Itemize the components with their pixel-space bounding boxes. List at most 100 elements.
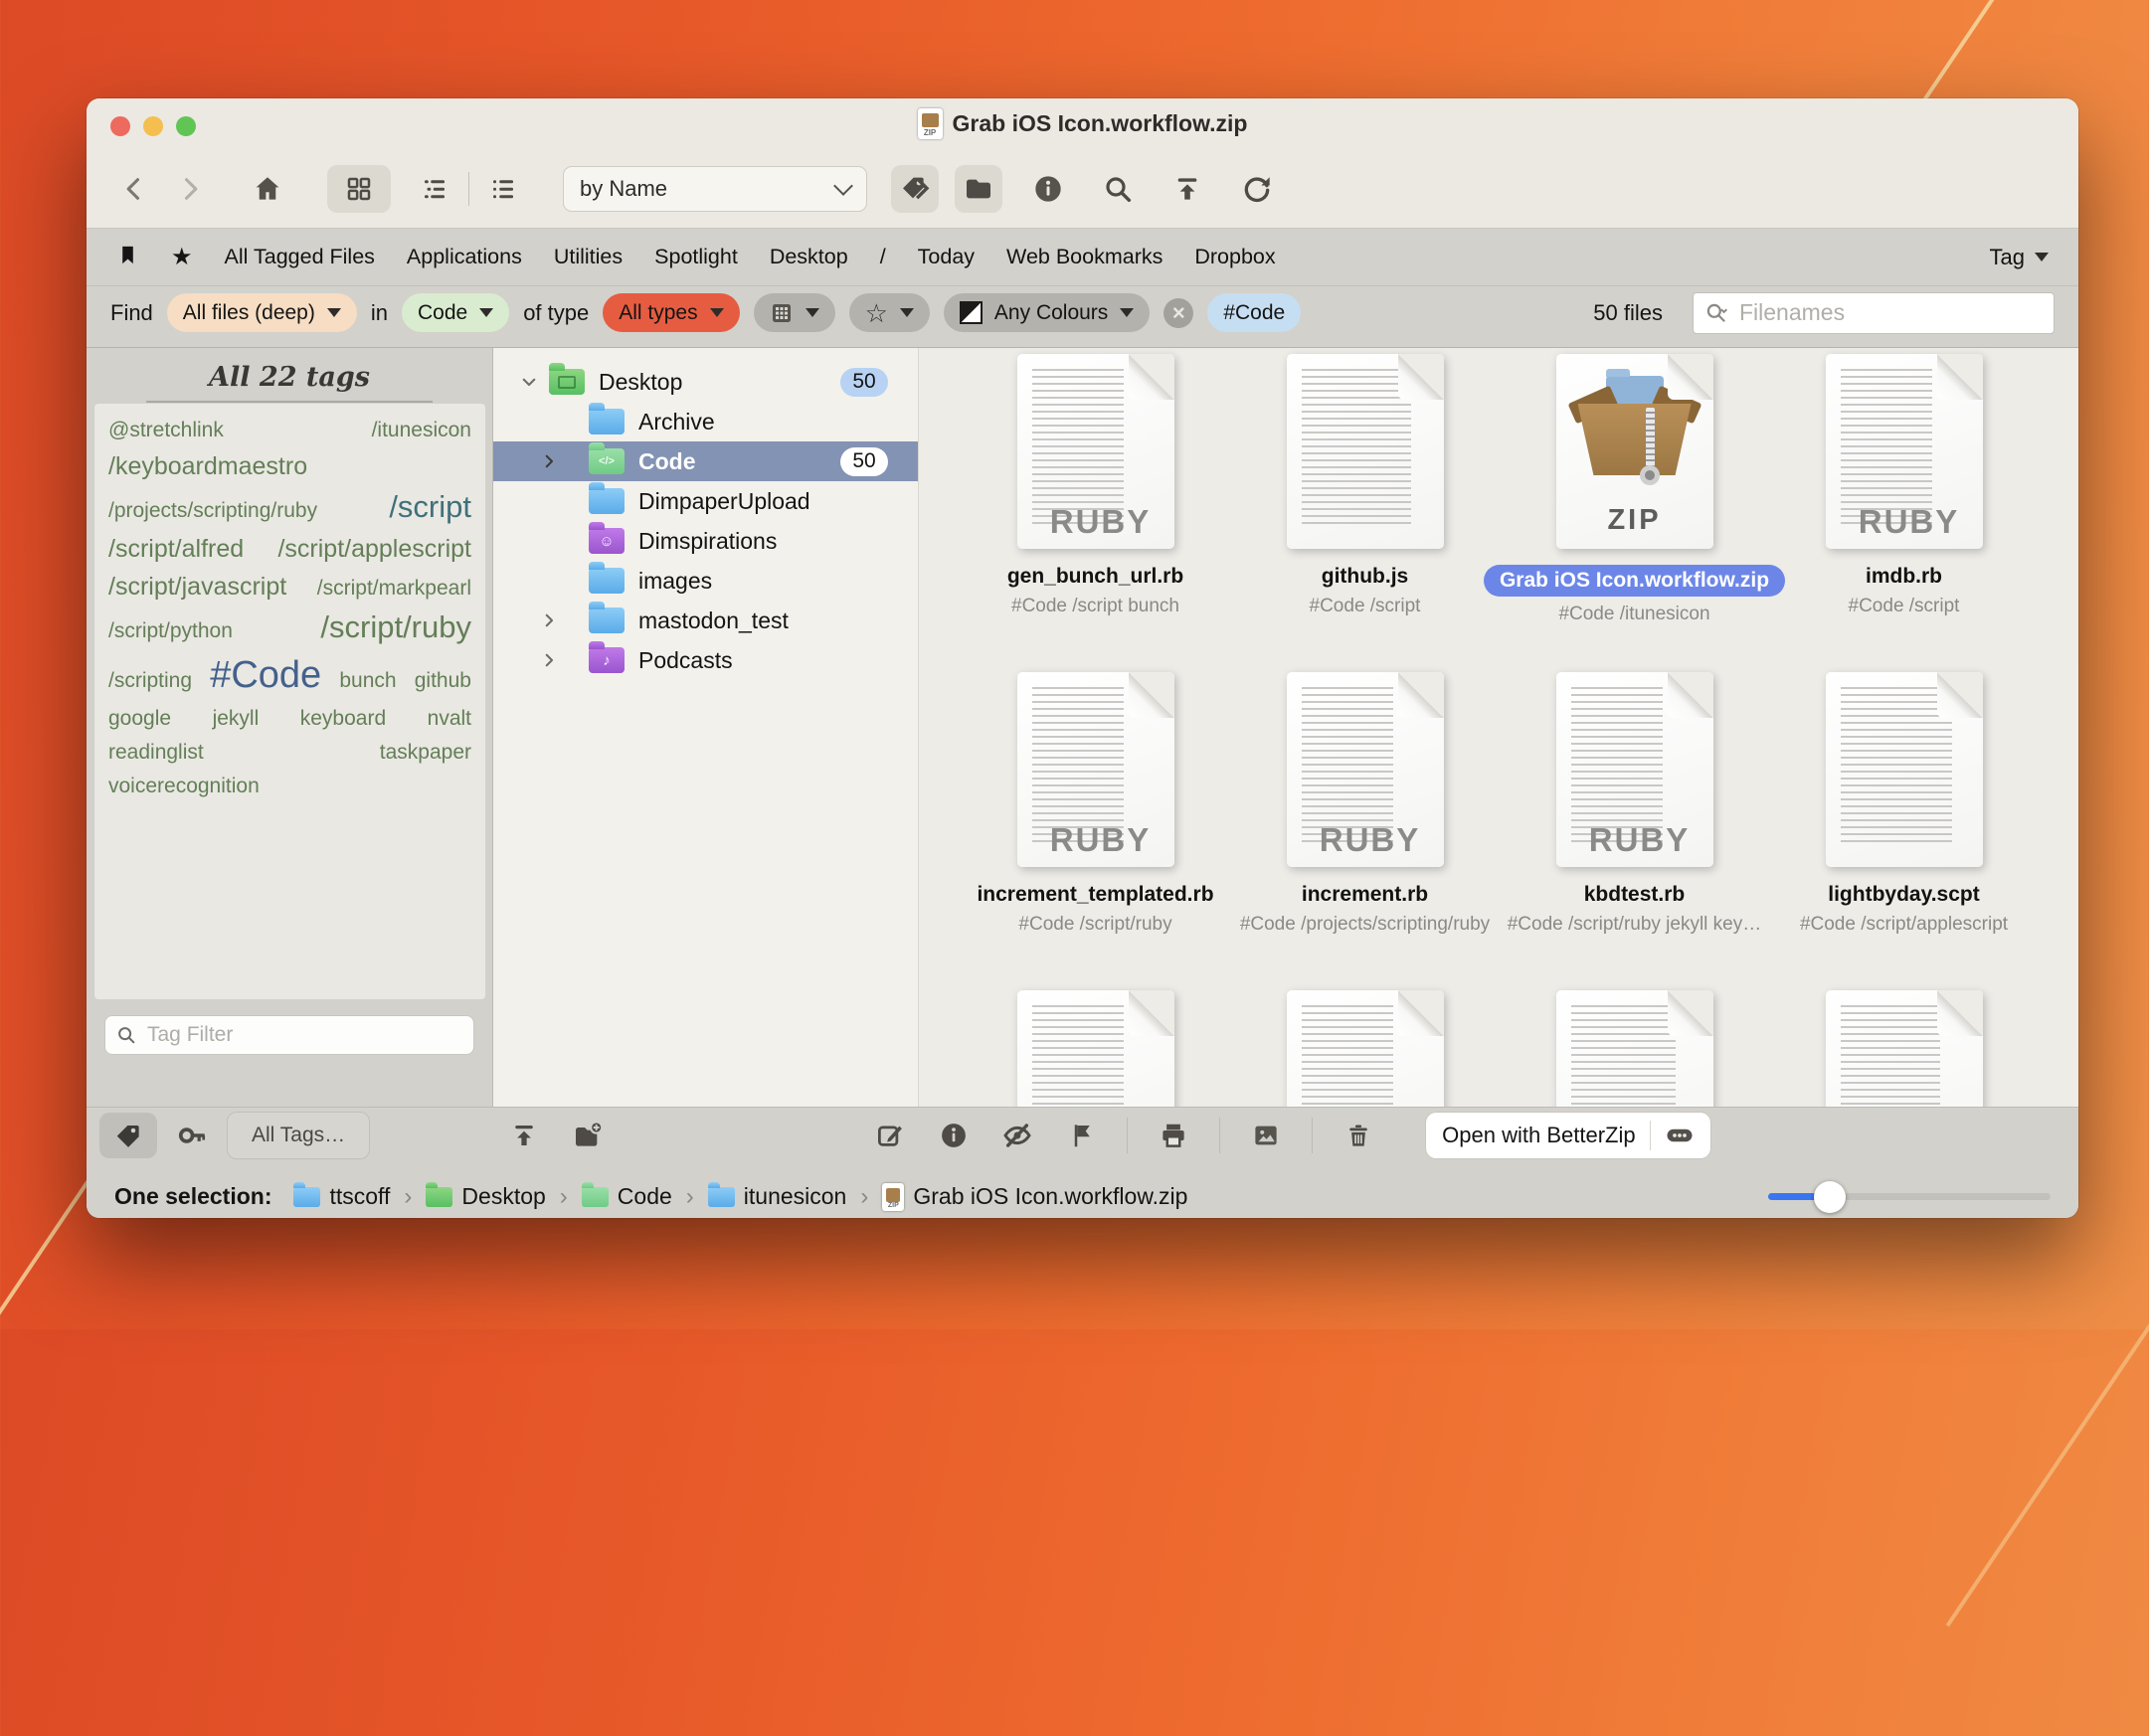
tag-itunesicon[interactable]: /itunesicon — [372, 420, 471, 441]
tag-voicerecognition[interactable]: voicerecognition — [108, 776, 260, 797]
tree-item-desktop[interactable]: Desktop 50 — [493, 362, 918, 402]
tag-nvalt[interactable]: nvalt — [428, 708, 471, 730]
colours-filter-dropdown[interactable]: Any Colours — [944, 293, 1150, 332]
file-partial[interactable] — [1230, 990, 1500, 1107]
file-imdb-rb[interactable]: RUBY imdb.rb #Code /script — [1769, 354, 2039, 672]
file-partial[interactable] — [961, 990, 1230, 1107]
bookmark-item-all-tagged-files[interactable]: All Tagged Files — [225, 245, 375, 269]
forward-button[interactable] — [166, 165, 214, 213]
edit-button[interactable] — [861, 1113, 919, 1158]
file-gen-bunch-url[interactable]: RUBY gen_bunch_url.rb #Code /script bunc… — [961, 354, 1230, 672]
bookmark-item-desktop[interactable]: Desktop — [770, 245, 848, 269]
tree-item-podcasts[interactable]: Podcasts — [493, 640, 918, 680]
image-button[interactable] — [1237, 1113, 1295, 1158]
tag-filter-field[interactable] — [104, 1015, 474, 1055]
scroll-to-top-button[interactable] — [1164, 165, 1211, 213]
tag-script-alfred[interactable]: /script/alfred — [108, 536, 244, 562]
slider-track[interactable] — [1768, 1193, 2051, 1200]
bookmark-icon[interactable] — [116, 244, 139, 271]
clear-filters-button[interactable] — [1164, 298, 1193, 328]
sort-by-select[interactable]: by Name — [563, 166, 867, 212]
back-button[interactable] — [110, 165, 158, 213]
tag-jekyll[interactable]: jekyll — [213, 708, 260, 730]
tree-item-images[interactable]: images — [493, 561, 918, 601]
all-tags-button[interactable]: All Tags… — [227, 1112, 370, 1159]
icon-size-slider[interactable] — [1768, 1193, 2051, 1200]
scroll-to-top-button[interactable] — [495, 1113, 553, 1158]
more-options-icon[interactable] — [1665, 1121, 1695, 1150]
info-button[interactable] — [925, 1113, 983, 1158]
chevron-right-icon[interactable] — [539, 610, 559, 630]
bookmark-item-web-bookmarks[interactable]: Web Bookmarks — [1006, 245, 1163, 269]
new-folder-button[interactable] — [559, 1113, 617, 1158]
kind-filter-dropdown[interactable] — [754, 293, 835, 332]
tag-readinglist[interactable]: readinglist — [108, 742, 204, 764]
tree-item-dimspirations[interactable]: Dimspirations — [493, 521, 918, 561]
print-button[interactable] — [1145, 1113, 1202, 1158]
tags-button[interactable] — [891, 165, 939, 213]
bookmark-item-today[interactable]: Today — [918, 245, 975, 269]
breadcrumb-item-ttscoff[interactable]: ttscoff — [293, 1183, 390, 1210]
file-increment-templated[interactable]: RUBY increment_templated.rb #Code /scrip… — [961, 672, 1230, 990]
bookmark-item-root[interactable]: / — [880, 245, 886, 269]
grid-view-button[interactable] — [327, 165, 391, 213]
trash-button[interactable] — [1330, 1113, 1387, 1158]
info-button[interactable] — [1024, 165, 1072, 213]
tree-item-dimpaperupload[interactable]: DimpaperUpload — [493, 481, 918, 521]
chevron-right-icon[interactable] — [539, 650, 559, 670]
tag-google[interactable]: google — [108, 708, 171, 730]
home-button[interactable] — [244, 165, 291, 213]
file-kbdtest-rb[interactable]: RUBY kbdtest.rb #Code /script/ruby jekyl… — [1500, 672, 1769, 990]
tag-script-markpearl[interactable]: /script/markpearl — [317, 578, 471, 600]
slider-knob[interactable] — [1814, 1181, 1846, 1213]
type-dropdown[interactable]: All types — [603, 293, 739, 332]
file-partial[interactable] — [1500, 990, 1769, 1107]
scope-dropdown[interactable]: All files (deep) — [167, 293, 357, 332]
tag-keyboard[interactable]: keyboard — [300, 708, 386, 730]
chevron-right-icon[interactable] — [539, 451, 559, 471]
hide-button[interactable] — [988, 1113, 1046, 1158]
bookmark-item-spotlight[interactable]: Spotlight — [654, 245, 738, 269]
bookmark-item-applications[interactable]: Applications — [407, 245, 522, 269]
breadcrumb-item-itunesicon[interactable]: itunesicon — [708, 1183, 847, 1210]
file-increment-rb[interactable]: RUBY increment.rb #Code /projects/script… — [1230, 672, 1500, 990]
tree-item-mastodon-test[interactable]: mastodon_test — [493, 601, 918, 640]
tag-bunch[interactable]: bunch — [339, 670, 396, 692]
tree-item-code[interactable]: Code 50 — [493, 441, 918, 481]
file-partial[interactable] — [1769, 990, 2039, 1107]
tag-script-ruby[interactable]: /script/ruby — [320, 611, 471, 644]
star-icon[interactable]: ★ — [171, 246, 193, 269]
active-tag-token[interactable]: #Code — [1207, 293, 1301, 332]
grouped-list-view-button[interactable] — [411, 165, 458, 213]
breadcrumb-item-desktop[interactable]: Desktop — [426, 1183, 545, 1210]
tag-github[interactable]: github — [415, 670, 471, 692]
file-grab-ios-icon-zip[interactable]: ZIP Grab iOS Icon.workflow.zip #Code /it… — [1500, 354, 1769, 672]
list-view-button[interactable] — [479, 165, 527, 213]
tag-stretchlink[interactable]: @stretchlink — [108, 420, 224, 441]
tag-script-javascript[interactable]: /script/javascript — [108, 574, 286, 600]
new-folder-button[interactable] — [955, 165, 1002, 213]
tag-keyboardmaestro[interactable]: /keyboardmaestro — [108, 453, 307, 479]
location-dropdown[interactable]: Code — [402, 293, 509, 332]
search-icon[interactable] — [1094, 165, 1142, 213]
tag-script[interactable]: /script — [389, 491, 471, 524]
chevron-down-icon[interactable] — [519, 372, 539, 392]
key-tool-button[interactable] — [163, 1113, 221, 1158]
tag-taskpaper[interactable]: taskpaper — [380, 742, 471, 764]
breadcrumb-item-code[interactable]: Code — [582, 1183, 672, 1210]
bookmark-item-dropbox[interactable]: Dropbox — [1194, 245, 1275, 269]
filename-search-field[interactable] — [1693, 292, 2055, 334]
file-lightbyday-scpt[interactable]: lightbyday.scpt #Code /script/applescrip… — [1769, 672, 2039, 990]
tag-script-applescript[interactable]: /script/applescript — [277, 536, 471, 562]
tree-item-archive[interactable]: Archive — [493, 402, 918, 441]
tag-script-python[interactable]: /script/python — [108, 620, 233, 642]
filename-search-input[interactable] — [1737, 298, 2044, 327]
tag-projects-scripting-ruby[interactable]: /projects/scripting/ruby — [108, 500, 317, 522]
tag-scripting[interactable]: /scripting — [108, 670, 192, 692]
bookmark-item-utilities[interactable]: Utilities — [554, 245, 623, 269]
breadcrumb-item-zip-file[interactable]: Grab iOS Icon.workflow.zip — [882, 1183, 1187, 1211]
tag-tool-button[interactable] — [99, 1113, 157, 1158]
tag-menu[interactable]: Tag — [1990, 245, 2049, 270]
tag-filter-input[interactable] — [145, 1022, 463, 1048]
refresh-button[interactable] — [1233, 165, 1281, 213]
